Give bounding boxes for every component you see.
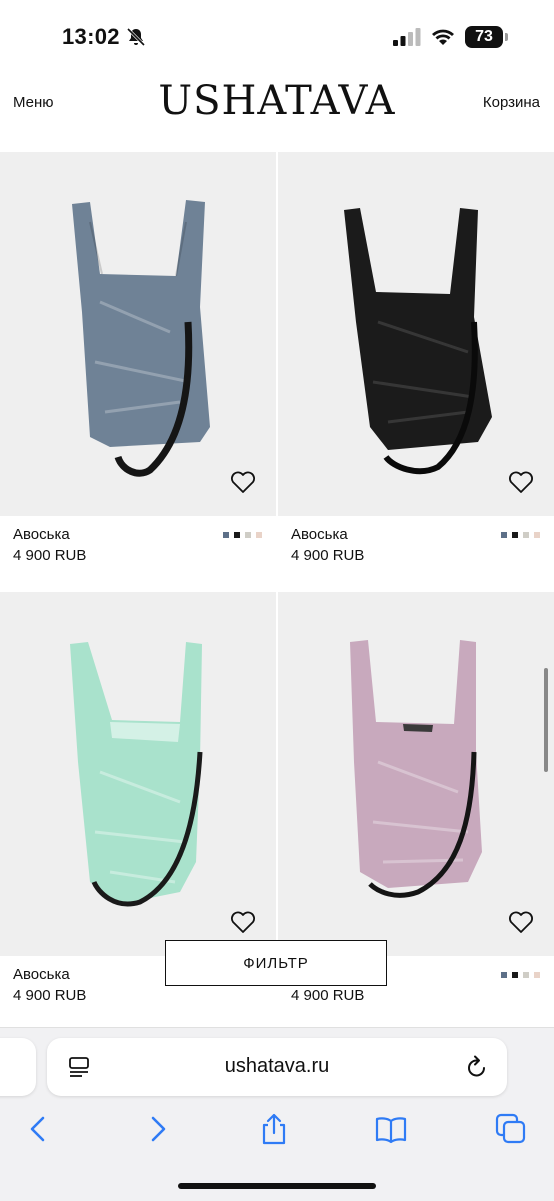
product-price: 4 900 RUB [13,547,87,564]
back-chevron-icon[interactable] [22,1112,56,1146]
bag-image [344,208,492,475]
product-price: 4 900 RUB [13,987,87,1004]
product-name[interactable]: Авоська [13,966,70,983]
product-name[interactable]: Авоська [291,526,348,543]
product-photo[interactable] [278,592,554,956]
favorite-heart-icon[interactable] [230,470,256,494]
browser-toolbar: ushatava.ru [0,1027,554,1201]
color-swatch[interactable] [534,532,540,538]
color-swatch[interactable] [234,532,240,538]
cell-signal-icon [393,28,421,46]
url-text[interactable]: ushatava.ru [47,1055,507,1078]
color-swatch[interactable] [501,972,507,978]
battery-level: 73 [465,26,503,48]
color-swatches [501,972,540,978]
reload-icon[interactable] [465,1054,489,1080]
wifi-icon [432,29,454,45]
filter-button[interactable]: ФИЛЬТР [165,940,387,986]
product-photo[interactable] [278,152,554,516]
favorite-heart-icon[interactable] [230,910,256,934]
product-price: 4 900 RUB [291,547,365,564]
bag-image [72,200,210,477]
tabs-icon[interactable] [494,1112,528,1146]
battery-icon: 73 [465,26,509,48]
home-indicator [178,1183,376,1189]
color-swatch[interactable] [245,532,251,538]
brand-logo[interactable]: USHATAVA [0,78,554,124]
product-photo[interactable] [0,592,276,956]
share-icon[interactable] [257,1112,291,1146]
favorite-heart-icon[interactable] [508,910,534,934]
bell-muted-icon [126,27,146,47]
color-swatch[interactable] [512,532,518,538]
forward-chevron-icon[interactable] [140,1112,174,1146]
color-swatches [223,532,262,538]
color-swatch[interactable] [223,532,229,538]
product-photo[interactable] [0,152,276,516]
favorite-heart-icon[interactable] [508,470,534,494]
color-swatch[interactable] [534,972,540,978]
color-swatches [501,532,540,538]
previous-tab-card[interactable] [0,1038,36,1096]
color-swatch[interactable] [523,972,529,978]
product-name[interactable]: Авоська [13,526,70,543]
color-swatch[interactable] [501,532,507,538]
color-swatch[interactable] [523,532,529,538]
bag-image [70,642,203,907]
status-time: 13:02 [62,24,120,49]
color-swatch[interactable] [512,972,518,978]
color-swatch[interactable] [256,532,262,538]
bookmarks-icon[interactable] [374,1112,408,1146]
bag-image [350,640,482,898]
address-bar[interactable]: ushatava.ru [47,1038,507,1096]
cart-link[interactable]: Корзина [483,94,540,111]
status-bar: 13:02 73 [0,0,554,70]
site-header: Меню USHATAVA Корзина [0,70,554,152]
scroll-indicator[interactable] [544,668,548,772]
product-price: 4 900 RUB [291,987,365,1004]
